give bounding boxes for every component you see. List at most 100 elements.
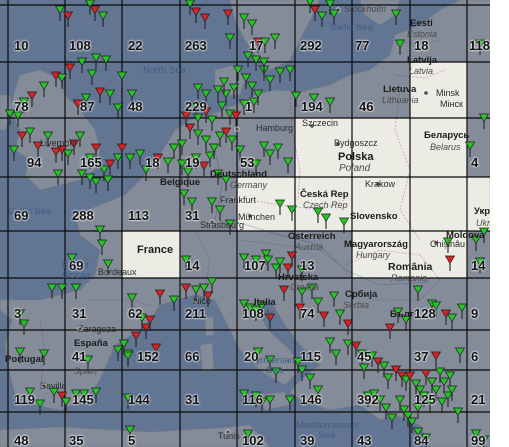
cell-count: 37 (414, 349, 429, 364)
cell-count: 69 (69, 258, 84, 273)
place-bulgaria: Бълг (390, 309, 414, 320)
place-deutschland: Deutschland (210, 169, 268, 180)
place-portugal: Portugal (5, 354, 44, 365)
covered-cell (0, 0, 8, 5)
covered-cell (467, 0, 490, 5)
place-minsk: Minsk (436, 88, 460, 98)
cell-count: 9 (471, 306, 479, 321)
place-latvija: Latvija (407, 55, 438, 66)
place-ceska-rep: Česká Rep (300, 189, 349, 200)
place-bordeaux: Bordeaux (98, 267, 137, 277)
cell-count: 13 (300, 258, 315, 273)
covered-cell (65, 5, 122, 62)
place-spain: Spain (74, 366, 98, 376)
place-north-sea: North Sea (143, 65, 186, 76)
place-minsk-cyr: Мінск (440, 99, 463, 109)
place-hungary: Hungary (356, 250, 391, 260)
cell-count: 43 (357, 433, 372, 447)
place-nice: Nice (193, 296, 212, 306)
cell-count: 118 (469, 38, 490, 53)
europe-map[interactable]: Stockholm Baltic Sea Eesti Estonia North… (0, 0, 490, 447)
cell-count: 77 (355, 38, 370, 53)
cell-count: 6 (471, 349, 479, 364)
place-zaragoza: Zaragoza (78, 324, 117, 334)
covered-cell (0, 231, 8, 278)
cell-count: 53 (240, 155, 255, 170)
cell-count: 31 (72, 306, 87, 321)
covered-cell (180, 412, 237, 447)
place-seville: Seville (40, 381, 67, 391)
cell-count: 108 (242, 306, 264, 321)
cell-count: 69 (14, 208, 29, 223)
cell-count: 194 (301, 99, 323, 114)
place-germany: Germany (230, 180, 268, 190)
cell-count: 392 (357, 392, 379, 407)
place-france: France (137, 244, 174, 256)
cell-count: 5 (128, 433, 136, 447)
place-belarus-cyr: Беларусь (424, 130, 470, 141)
place-latvia: Latvia (409, 66, 434, 76)
place-eesti: Eesti (410, 18, 433, 29)
place-ukraine: Украї (474, 206, 490, 217)
cell-count: 165 (80, 155, 102, 170)
cell-count: 62 (128, 306, 143, 321)
cell-count: 48 (128, 99, 143, 114)
cell-count: 35 (69, 433, 84, 447)
cell-count: 108 (69, 38, 91, 53)
cell-count: 288 (72, 208, 94, 223)
place-czech-rep: Czech Rep (303, 200, 348, 210)
cell-count: 292 (300, 38, 322, 53)
place-polska: Polska (338, 151, 374, 163)
cell-count: 31 (185, 392, 200, 407)
covered-cell (8, 0, 65, 5)
cell-count: 45 (357, 349, 372, 364)
place-liverpool: Liverpool (40, 138, 77, 148)
place-chisinau: Chișinău (430, 239, 466, 249)
cell-count: 99 (471, 433, 486, 447)
cell-count: 3 (14, 306, 22, 321)
covered-cell (467, 62, 490, 118)
cell-count: 107 (244, 258, 266, 273)
cell-count: 113 (128, 208, 149, 223)
place-poland: Poland (339, 163, 371, 174)
cell-count: 20 (244, 349, 259, 364)
cell-count: 152 (137, 349, 159, 364)
cell-count: 146 (300, 392, 322, 407)
city-dot (423, 90, 429, 96)
place-lietuva: Lietuva (383, 84, 417, 95)
place-ukraine-lat: Ukrai (476, 218, 490, 228)
covered-cell (0, 412, 8, 447)
cell-count: 263 (185, 38, 207, 53)
cell-count: 39 (300, 433, 315, 447)
cell-count: 18 (145, 155, 160, 170)
place-romania: România (388, 261, 433, 273)
cell-count: 128 (414, 306, 436, 321)
cell-count: 48 (14, 433, 29, 447)
covered-cell (122, 0, 180, 5)
covered-cell (8, 278, 65, 330)
cell-count: 74 (300, 306, 315, 321)
place-szczecin: Szczecin (302, 118, 339, 128)
place-stockholm: Stockholm (344, 4, 387, 14)
place-belarus: Belarus (430, 142, 461, 152)
cell-count: 31 (185, 208, 200, 223)
cell-count: 125 (414, 392, 436, 407)
cell-count: 145 (72, 392, 94, 407)
covered-cell (0, 278, 8, 330)
covered-cell (467, 278, 490, 330)
place-osterreich: Österreich (288, 231, 336, 242)
cell-count: 14 (471, 258, 486, 273)
place-slovensko: Slovensko (350, 211, 398, 222)
place-magyarorszag: Magyarország (344, 239, 408, 250)
place-belgique: Belgique (160, 177, 201, 188)
cell-count: 211 (185, 306, 206, 321)
cell-count: 4 (471, 155, 479, 170)
place-srbija: Србија (345, 289, 378, 300)
place-tunis: Tunis (218, 431, 240, 441)
place-krakow: Krakow (365, 179, 396, 189)
place-austria: Austria (295, 242, 324, 252)
place-strasbourg: Strasbourg (200, 220, 245, 230)
place-frankfurt: Frankfurt (220, 195, 257, 205)
place-romania-en: Romania (391, 273, 428, 283)
cell-count: 41 (72, 349, 87, 364)
